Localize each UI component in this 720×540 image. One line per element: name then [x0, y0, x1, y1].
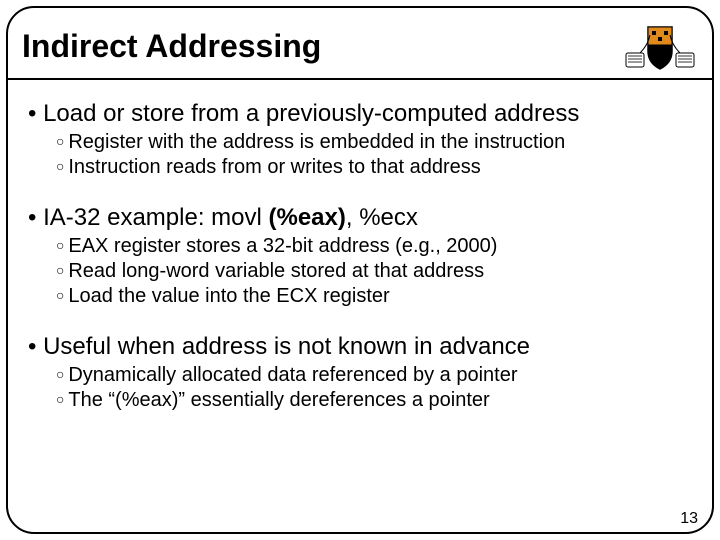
bullet-text-post: , %ecx: [346, 204, 418, 231]
bullet-text: Useful when address is not known in adva…: [43, 333, 530, 360]
bullet-text: Load the value into the ECX register: [68, 285, 389, 307]
bullet-level2: Dynamically allocated data referenced by…: [56, 363, 698, 388]
bullet-level2: Instruction reads from or writes to that…: [56, 155, 698, 180]
spacer: [28, 309, 698, 327]
slide-title: Indirect Addressing: [18, 28, 321, 65]
slide-content: Load or store from a previously-computed…: [28, 94, 698, 413]
title-underline: [8, 78, 712, 80]
bullet-level2: Register with the address is embedded in…: [56, 130, 698, 155]
bullet-text: Instruction reads from or writes to that…: [68, 156, 480, 178]
bullet-text-pre: IA-32 example: movl: [43, 204, 268, 231]
bullet-text-bold: (%eax): [269, 204, 346, 231]
bullet-text: EAX register stores a 32-bit address (e.…: [68, 235, 497, 257]
bullet-text: Dynamically allocated data referenced by…: [68, 364, 517, 386]
slide: Indirect Addressing Load or store fr: [0, 0, 720, 540]
title-row: Indirect Addressing: [18, 14, 702, 78]
bullet-level2: The “(%eax)” essentially dereferences a …: [56, 388, 698, 413]
princeton-shield-icon: [618, 17, 702, 75]
page-number: 13: [680, 510, 698, 528]
bullet-text: Load or store from a previously-computed…: [43, 100, 579, 127]
bullet-level2: Read long-word variable stored at that a…: [56, 259, 698, 284]
bullet-level1: Useful when address is not known in adva…: [28, 333, 698, 361]
bullet-text: The “(%eax)” essentially dereferences a …: [68, 389, 489, 411]
bullet-text: Register with the address is embedded in…: [68, 131, 565, 153]
bullet-text: Read long-word variable stored at that a…: [68, 260, 484, 282]
bullet-level2: EAX register stores a 32-bit address (e.…: [56, 234, 698, 259]
spacer: [28, 180, 698, 198]
bullet-level1: IA-32 example: movl (%eax), %ecx: [28, 204, 698, 232]
bullet-level1: Load or store from a previously-computed…: [28, 100, 698, 128]
bullet-level2: Load the value into the ECX register: [56, 284, 698, 309]
